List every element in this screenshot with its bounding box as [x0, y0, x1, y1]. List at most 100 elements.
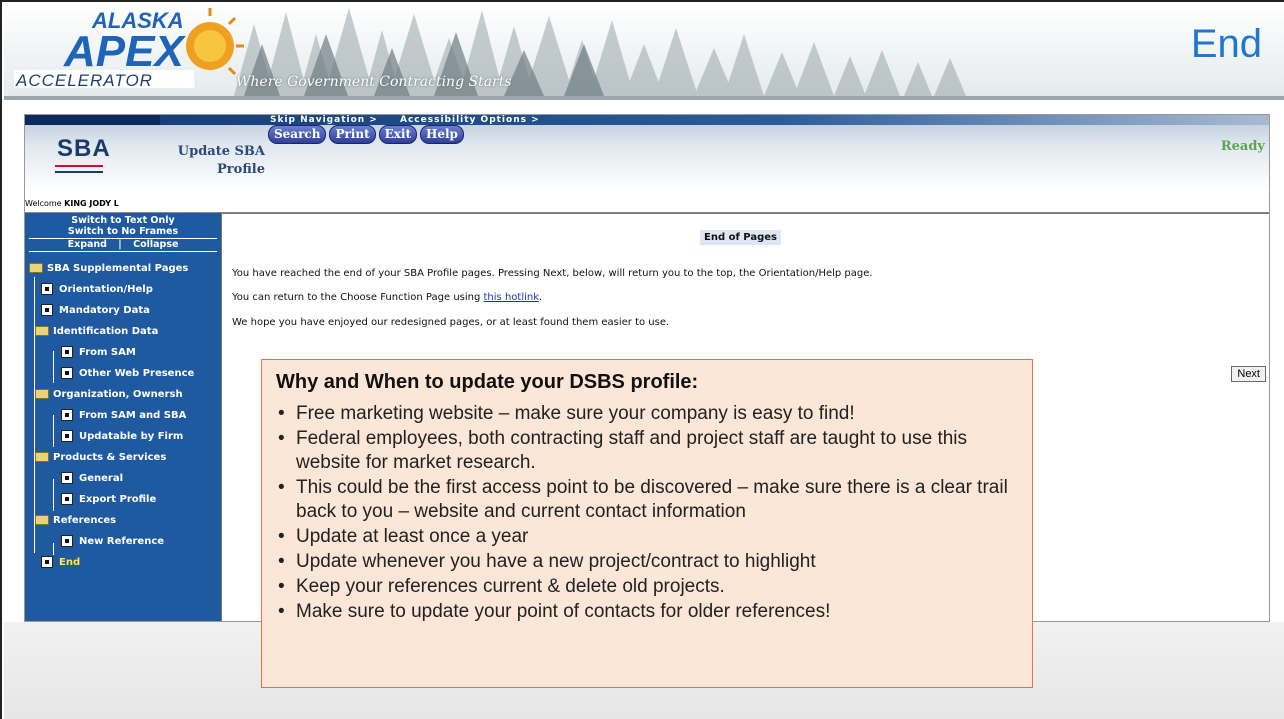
header-topbar-dark — [25, 115, 160, 125]
page-icon — [61, 346, 73, 358]
tagline: Where Government Contracting Starts — [236, 74, 512, 90]
svg-text:ACCELERATOR: ACCELERATOR — [15, 71, 153, 90]
paragraph-hotlink: You can return to the Choose Function Pa… — [232, 292, 542, 303]
nav-item-sba-supplemental-pages[interactable]: SBA Supplemental Pages — [29, 258, 188, 278]
paragraph-end-notice: You have reached the end of your SBA Pro… — [232, 268, 873, 279]
tree-connector-organization — [53, 415, 54, 447]
callout-bullet: Free marketing website – make sure your … — [276, 402, 1018, 426]
left-navigation: Switch to Text Only Switch to No Frames … — [25, 213, 221, 621]
folder-icon — [35, 452, 49, 462]
callout-bullet-list: Free marketing website – make sure your … — [276, 402, 1018, 624]
app-header: Skip Navigation > Accessibility Options … — [25, 115, 1269, 190]
callout-bullet: Update at least once a year — [276, 525, 1018, 549]
page-icon — [61, 409, 73, 421]
nav-item-label: SBA Supplemental Pages — [47, 262, 189, 274]
page-icon — [41, 304, 53, 316]
header-topbar — [25, 115, 1269, 125]
page-heading: End of Pages — [700, 230, 781, 245]
nav-item-label: General — [79, 472, 123, 484]
print-button[interactable]: Print — [329, 125, 376, 144]
welcome-user: KING JODY L — [64, 199, 119, 208]
callout-bullet: Update whenever you have a new project/c… — [276, 550, 1018, 574]
page-icon — [41, 283, 53, 295]
nav-item-new-reference[interactable]: New Reference — [61, 531, 164, 551]
skip-links: Skip Navigation > Accessibility Options … — [270, 115, 558, 125]
nav-item-orientation-help[interactable]: Orientation/Help — [41, 279, 153, 299]
skip-navigation-link[interactable]: Skip Navigation > — [270, 115, 378, 125]
folder-icon — [29, 263, 43, 273]
nav-item-label: Export Profile — [79, 493, 157, 505]
nav-item-label: Other Web Presence — [79, 367, 195, 379]
page-icon — [61, 367, 73, 379]
help-button[interactable]: Help — [420, 125, 464, 144]
sba-logo: SBA — [49, 133, 111, 181]
expand-link[interactable]: Expand — [68, 239, 107, 250]
choose-function-hotlink[interactable]: this hotlink — [484, 292, 540, 303]
paragraph-thanks: We hope you have enjoyed our redesigned … — [232, 317, 670, 328]
folder-icon — [35, 389, 49, 399]
folder-icon — [35, 515, 49, 525]
nav-item-label: Mandatory Data — [59, 304, 150, 316]
page-icon — [41, 556, 53, 568]
slide-title: End — [1190, 22, 1262, 66]
page-icon — [61, 430, 73, 442]
expand-collapse-separator: | — [118, 239, 122, 250]
toolbar: Search Print Exit Help — [268, 125, 464, 144]
svg-text:APEX: APEX — [63, 27, 186, 76]
welcome-message: Welcome KING JODY L — [25, 199, 119, 208]
nav-item-mandatory-data[interactable]: Mandatory Data — [41, 300, 150, 320]
nav-item-label: From SAM — [79, 346, 136, 358]
tree-connector-identification — [53, 351, 54, 383]
hotlink-prefix: You can return to the Choose Function Pa… — [232, 292, 484, 303]
sba-logo-text: SBA — [57, 135, 111, 162]
app-title: Update SBA Profile — [155, 143, 265, 179]
callout-bullet: This could be the first access point to … — [276, 476, 1018, 524]
nav-item-general[interactable]: General — [61, 468, 123, 488]
welcome-prefix: Welcome — [25, 199, 62, 208]
header-banner: ALASKA APEX ACCELERATOR Where Government… — [4, 4, 1284, 96]
tree-connector-products — [53, 479, 54, 511]
nav-item-updatable-by-firm[interactable]: Updatable by Firm — [61, 426, 183, 446]
accessibility-options-link[interactable]: Accessibility Options > — [400, 115, 540, 125]
alaska-apex-logo: ALASKA APEX ACCELERATOR — [14, 8, 244, 90]
slide: ALASKA APEX ACCELERATOR Where Government… — [0, 0, 1284, 719]
nav-item-label: From SAM and SBA — [79, 409, 187, 421]
status-indicator: Ready — [1220, 139, 1265, 154]
nav-item-label: End — [59, 556, 81, 568]
nav-item-identification-data[interactable]: Identification Data — [35, 321, 158, 341]
next-button[interactable]: Next — [1231, 366, 1266, 382]
nav-item-end[interactable]: End — [41, 552, 80, 572]
nav-item-label: Products & Services — [53, 451, 167, 463]
nav-item-other-web-presence[interactable]: Other Web Presence — [61, 363, 194, 383]
nav-item-label: New Reference — [79, 535, 165, 547]
collapse-link[interactable]: Collapse — [133, 239, 178, 250]
page-icon — [61, 535, 73, 547]
switch-text-only-link[interactable]: Switch to Text Only — [25, 215, 221, 226]
nav-item-from-sam-and-sba[interactable]: From SAM and SBA — [61, 405, 186, 425]
page-icon — [61, 493, 73, 505]
exit-button[interactable]: Exit — [378, 125, 418, 144]
banner-divider — [4, 96, 1284, 100]
search-button[interactable]: Search — [268, 125, 327, 144]
callout-bullet: Federal employees, both contracting staf… — [276, 427, 1018, 475]
callout-title: Why and When to update your DSBS profile… — [276, 371, 699, 393]
nav-top-links: Switch to Text Only Switch to No Frames — [25, 213, 221, 237]
nav-item-label: Orientation/Help — [59, 283, 153, 295]
callout-bullet: Keep your references current & delete ol… — [276, 575, 1018, 599]
nav-item-products-services[interactable]: Products & Services — [35, 447, 166, 467]
expand-collapse-row: Expand | Collapse — [29, 238, 217, 252]
app-title-line1: Update SBA — [177, 144, 265, 159]
nav-item-label: Identification Data — [53, 325, 159, 337]
hotlink-suffix: . — [539, 292, 543, 303]
page-icon — [61, 472, 73, 484]
nav-item-export-profile[interactable]: Export Profile — [61, 489, 156, 509]
nav-item-organization-ownership[interactable]: Organization, Ownersh — [35, 384, 183, 404]
nav-item-label: Updatable by Firm — [79, 430, 184, 442]
callout-bullet: Make sure to update your point of contac… — [276, 600, 1018, 624]
switch-no-frames-link[interactable]: Switch to No Frames — [25, 226, 221, 237]
callout-box: Why and When to update your DSBS profile… — [261, 359, 1033, 688]
nav-item-label: References — [53, 514, 117, 526]
app-title-line2: Profile — [217, 162, 265, 177]
nav-item-references[interactable]: References — [35, 510, 116, 530]
nav-item-from-sam[interactable]: From SAM — [61, 342, 136, 362]
